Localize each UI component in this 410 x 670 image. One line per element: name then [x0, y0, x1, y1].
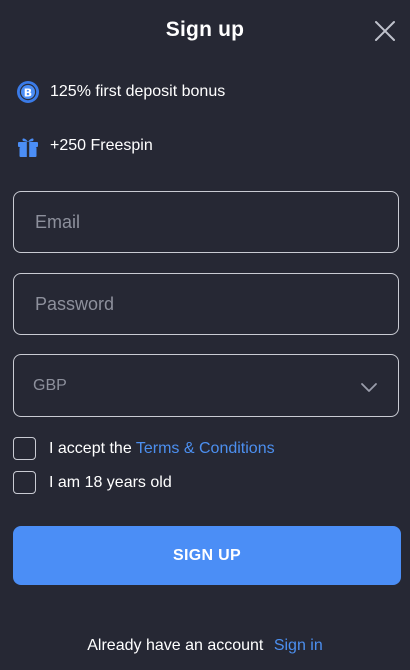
bonus-freespin-text: +250 Freespin: [50, 137, 153, 154]
gift-icon: [16, 134, 40, 158]
bitcoin-coin-icon: B: [16, 80, 40, 104]
password-placeholder: Password: [35, 293, 115, 314]
age-label: I am 18 years old: [49, 473, 172, 491]
bonus-freespin: +250 Freespin: [16, 133, 153, 159]
password-field[interactable]: Password: [13, 273, 399, 335]
age-checkbox[interactable]: [13, 471, 36, 494]
bonus-deposit: B 125% first deposit bonus: [16, 79, 225, 105]
signup-button[interactable]: SIGN UP: [13, 526, 401, 585]
signin-link[interactable]: Sign in: [274, 637, 323, 654]
close-icon[interactable]: [374, 20, 396, 42]
bonus-deposit-text: 125% first deposit bonus: [50, 83, 226, 100]
email-field[interactable]: Email: [13, 191, 399, 253]
currency-select[interactable]: GBP: [13, 354, 399, 417]
terms-checkbox[interactable]: [13, 437, 36, 460]
email-placeholder: Email: [35, 211, 81, 232]
terms-row: I accept the Terms & Conditions: [13, 437, 275, 460]
footer-text: Already have an account: [87, 637, 264, 654]
signup-modal: Sign up B 125% first deposit bonus +250 …: [0, 0, 410, 670]
age-row: I am 18 years old: [13, 471, 172, 494]
svg-text:B: B: [24, 86, 32, 99]
terms-label: I accept the: [49, 439, 136, 457]
currency-value: GBP: [33, 376, 67, 394]
signin-footer: Already have an account Sign in: [0, 637, 410, 655]
chevron-down-icon: [360, 380, 378, 392]
terms-link[interactable]: Terms & Conditions: [136, 440, 275, 457]
modal-title: Sign up: [165, 18, 245, 41]
